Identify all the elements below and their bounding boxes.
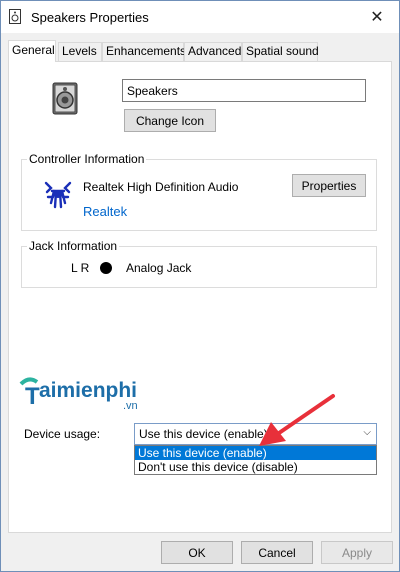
jack-dot-icon — [100, 262, 112, 274]
realtek-crab-icon — [44, 181, 72, 209]
option-enable[interactable]: Use this device (enable) — [135, 446, 376, 460]
apply-button[interactable]: Apply — [321, 541, 393, 564]
svg-text:T: T — [25, 383, 40, 408]
jack-type: Analog Jack — [126, 261, 192, 275]
change-icon-button[interactable]: Change Icon — [124, 109, 216, 132]
tab-spatial-sound[interactable]: Spatial sound — [242, 42, 319, 61]
watermark: T aimienphi .vn — [19, 374, 169, 414]
ok-button[interactable]: OK — [161, 541, 233, 564]
realtek-link[interactable]: Realtek — [83, 204, 127, 219]
title-bar: Speakers Properties ✕ — [1, 1, 399, 33]
cancel-button[interactable]: Cancel — [241, 541, 313, 564]
option-disable[interactable]: Don't use this device (disable) — [135, 460, 376, 474]
device-usage-label: Device usage: — [24, 427, 101, 441]
device-usage-dropdown: Use this device (enable) Don't use this … — [134, 445, 377, 475]
watermark-suffix: .vn — [123, 400, 138, 412]
controller-name: Realtek High Definition Audio — [83, 180, 239, 194]
controller-group-label: Controller Information — [27, 152, 147, 166]
jack-information-group: Jack Information L R Analog Jack — [21, 239, 377, 288]
speaker-icon — [52, 82, 78, 115]
tab-general[interactable]: General — [8, 40, 56, 62]
tab-levels[interactable]: Levels — [58, 42, 102, 61]
controller-information-group: Controller Information Realtek High Defi… — [21, 152, 377, 231]
jack-group-label: Jack Information — [27, 239, 120, 253]
tab-enhancements[interactable]: Enhancements — [102, 42, 186, 61]
window-title: Speakers Properties — [31, 10, 149, 25]
device-name-field[interactable] — [122, 79, 366, 102]
jack-channels: L R — [71, 261, 90, 275]
chevron-down-icon[interactable]: ⌵ — [363, 427, 371, 438]
close-button[interactable]: ✕ — [355, 1, 399, 33]
device-usage-value: Use this device (enable) — [139, 427, 268, 441]
general-panel: Change Icon Controller Information Realt… — [8, 61, 392, 533]
properties-window: Speakers Properties ✕ General Levels Enh… — [0, 0, 400, 572]
properties-button[interactable]: Properties — [292, 174, 366, 197]
speaker-window-icon — [9, 9, 21, 24]
device-usage-select[interactable]: Use this device (enable) ⌵ — [134, 423, 377, 445]
tab-advanced[interactable]: Advanced — [184, 42, 242, 61]
